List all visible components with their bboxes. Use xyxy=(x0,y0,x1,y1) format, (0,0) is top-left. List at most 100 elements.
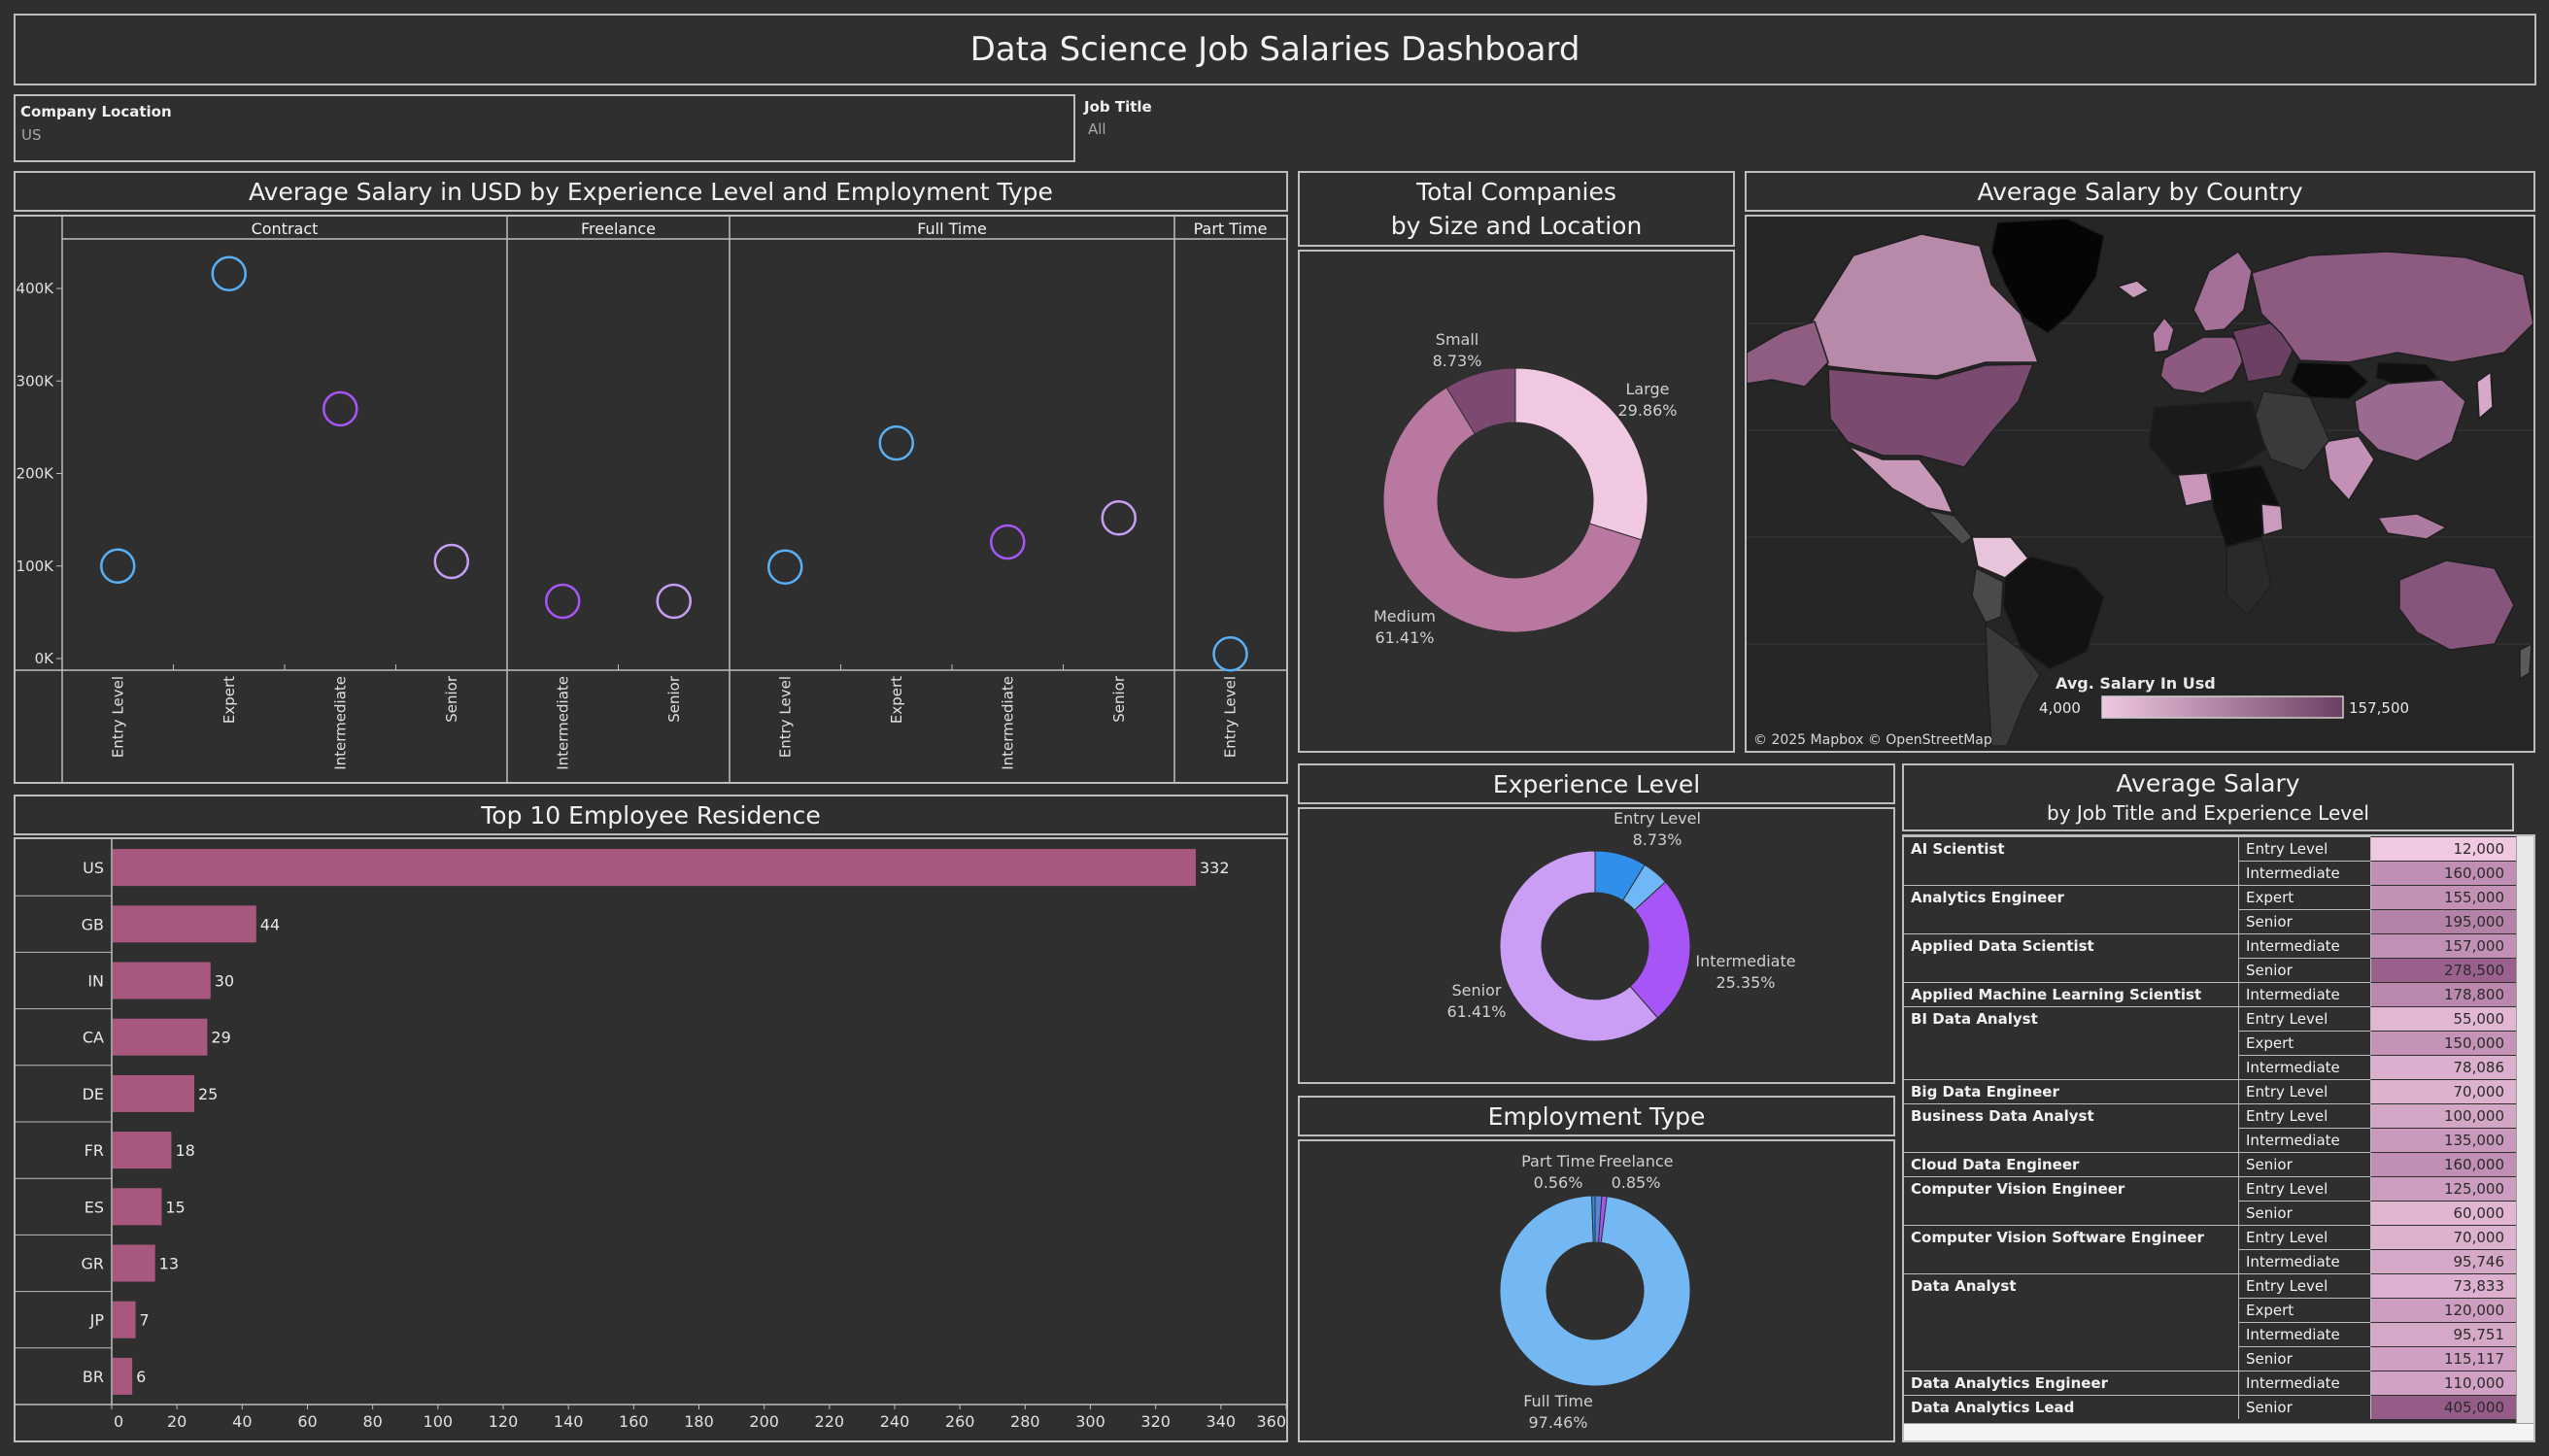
table-row[interactable]: Computer Vision Software Engineer Entry L… xyxy=(1904,1225,2516,1249)
experience-title: Experience Level xyxy=(1492,769,1701,798)
job-title-cell: Computer Vision Engineer xyxy=(1904,1176,2238,1201)
experience-level-cell: Expert xyxy=(2238,1031,2370,1055)
experience-level-cell: Senior xyxy=(2238,958,2370,982)
company-location-filter[interactable] xyxy=(14,94,1075,162)
job-title-cell xyxy=(1904,1346,2238,1371)
salary-value-cell: 70,000 xyxy=(2370,1079,2516,1103)
map-box[interactable]: Avg. Salary In Usd 4,000 157,500 © 2025 … xyxy=(1745,215,2535,753)
employment-title: Employment Type xyxy=(1487,1101,1706,1131)
job-title-cell: Computer Vision Software Engineer xyxy=(1904,1225,2238,1249)
table-scrollbar-vertical[interactable] xyxy=(2516,836,2533,1423)
table-row[interactable]: Big Data Engineer Entry Level 70,000 xyxy=(1904,1079,2516,1103)
experience-level-cell: Intermediate xyxy=(2238,933,2370,958)
table-row[interactable]: Computer Vision Engineer Entry Level 125,0… xyxy=(1904,1176,2516,1201)
job-title-cell: Analytics Engineer xyxy=(1904,885,2238,909)
job-title-cell: Business Data Analyst xyxy=(1904,1103,2238,1128)
table-row[interactable]: Senior 278,500 xyxy=(1904,958,2516,982)
salary-value-cell: 73,833 xyxy=(2370,1273,2516,1298)
job-title-value[interactable]: All xyxy=(1088,120,1106,138)
table-row[interactable]: Intermediate 135,000 xyxy=(1904,1128,2516,1152)
job-title-cell xyxy=(1904,1031,2238,1055)
table-row[interactable]: Intermediate 95,751 xyxy=(1904,1322,2516,1346)
salary-value-cell: 60,000 xyxy=(2370,1201,2516,1225)
table-row[interactable]: Senior 60,000 xyxy=(1904,1201,2516,1225)
job-title-cell xyxy=(1904,958,2238,982)
map-title: Average Salary by Country xyxy=(1977,177,2303,206)
job-title-cell: Applied Data Scientist xyxy=(1904,933,2238,958)
exp-label-senior: Senior 61.41% xyxy=(1446,981,1507,1021)
job-title-cell: Data Analytics Engineer xyxy=(1904,1371,2238,1395)
table-row[interactable]: Business Data Analyst Entry Level 100,000 xyxy=(1904,1103,2516,1128)
job-title-cell xyxy=(1904,1201,2238,1225)
salary-table[interactable]: AI Scientist Entry Level 12,000 Intermediat… xyxy=(1902,834,2535,1442)
table-row[interactable]: Data Analytics Engineer Intermediate 110,0… xyxy=(1904,1371,2516,1395)
experience-level-cell: Intermediate xyxy=(2238,1055,2370,1079)
salary-table-title: Average Salary by Job Title and Experien… xyxy=(1902,763,2514,831)
salary-value-cell: 155,000 xyxy=(2370,885,2516,909)
table-row[interactable]: Intermediate 78,086 xyxy=(1904,1055,2516,1079)
experience-level-cell: Intermediate xyxy=(2238,1249,2370,1273)
table-row[interactable]: Applied Data Scientist Intermediate 157,00… xyxy=(1904,933,2516,958)
country-scandinavia[interactable] xyxy=(2192,250,2253,332)
country-australia[interactable] xyxy=(2398,559,2515,651)
table-row[interactable]: AI Scientist Entry Level 12,000 xyxy=(1904,836,2516,861)
experience-level-cell: Entry Level xyxy=(2238,1273,2370,1298)
salary-value-cell: 12,000 xyxy=(2370,836,2516,861)
map-credit: © 2025 Mapbox © OpenStreetMap xyxy=(1753,732,1992,748)
experience-level-cell: Expert xyxy=(2238,885,2370,909)
country-southern-africa[interactable] xyxy=(2226,538,2272,617)
job-title-cell: Data Analytics Lead xyxy=(1904,1395,2238,1419)
panel-header-contract: Contract xyxy=(251,219,319,238)
table-row[interactable]: Data Analyst Entry Level 73,833 xyxy=(1904,1273,2516,1298)
country-indonesia[interactable] xyxy=(2376,513,2448,540)
country-peru[interactable] xyxy=(1971,566,2004,624)
experience-level-cell: Senior xyxy=(2238,909,2370,933)
table-row[interactable]: BI Data Analyst Entry Level 55,000 xyxy=(1904,1006,2516,1031)
salary-value-cell: 110,000 xyxy=(2370,1371,2516,1395)
country-kenya[interactable] xyxy=(2260,503,2284,536)
job-title-cell: AI Scientist xyxy=(1904,836,2238,861)
table-row[interactable]: Expert 120,000 xyxy=(1904,1298,2516,1322)
country-north-africa[interactable] xyxy=(2148,400,2266,476)
country-iceland[interactable] xyxy=(2116,280,2151,299)
salary-value-cell: 95,746 xyxy=(2370,1249,2516,1273)
table-row[interactable]: Expert 150,000 xyxy=(1904,1031,2516,1055)
country-japan[interactable] xyxy=(2476,370,2494,421)
table-row[interactable]: Intermediate 160,000 xyxy=(1904,861,2516,885)
table-row[interactable]: Intermediate 95,746 xyxy=(1904,1249,2516,1273)
job-title-cell xyxy=(1904,1249,2238,1273)
country-china[interactable] xyxy=(2354,379,2466,462)
country-india[interactable] xyxy=(2323,435,2375,502)
table-row[interactable]: Senior 195,000 xyxy=(1904,909,2516,933)
country-russia[interactable] xyxy=(2251,251,2533,363)
country-new-zealand[interactable] xyxy=(2519,642,2532,681)
table-row[interactable]: Data Analytics Lead Senior 405,000 xyxy=(1904,1395,2516,1419)
table-scrollbar-horizontal[interactable] xyxy=(1904,1423,2533,1440)
country-middle-east[interactable] xyxy=(2253,390,2330,472)
bars-chart-box xyxy=(14,837,1288,1442)
table-row[interactable]: Senior 115,117 xyxy=(1904,1346,2516,1371)
company-location-value[interactable]: US xyxy=(21,126,42,144)
country-alaska[interactable] xyxy=(1747,321,1829,388)
salary-value-cell: 160,000 xyxy=(2370,861,2516,885)
table-row[interactable]: Cloud Data Engineer Senior 160,000 xyxy=(1904,1152,2516,1176)
country-western-europe[interactable] xyxy=(2159,336,2249,394)
experience-level-cell: Intermediate xyxy=(2238,982,2370,1006)
country-kazakhstan[interactable] xyxy=(2290,361,2370,400)
company-location-label: Company Location xyxy=(20,103,172,120)
world-map[interactable]: Avg. Salary In Usd 4,000 157,500 © 2025 … xyxy=(1747,217,2533,751)
table-row[interactable]: Analytics Engineer Expert 155,000 xyxy=(1904,885,2516,909)
country-nigeria[interactable] xyxy=(2177,472,2214,507)
table-row[interactable]: Applied Machine Learning Scientist Interm… xyxy=(1904,982,2516,1006)
salary-value-cell: 160,000 xyxy=(2370,1152,2516,1176)
country-united-kingdom[interactable] xyxy=(2152,316,2175,354)
salary-value-cell: 115,117 xyxy=(2370,1346,2516,1371)
panel-header-freelance: Freelance xyxy=(581,219,656,238)
bars-title: Top 10 Employee Residence xyxy=(481,800,821,830)
salary-value-cell: 150,000 xyxy=(2370,1031,2516,1055)
dashboard-title: Data Science Job Salaries Dashboard xyxy=(969,30,1580,69)
experience-level-cell: Intermediate xyxy=(2238,1128,2370,1152)
map-legend-title: Avg. Salary In Usd xyxy=(2056,674,2216,693)
map-legend-min: 4,000 xyxy=(2039,699,2081,717)
country-central-america[interactable] xyxy=(1924,508,1974,547)
